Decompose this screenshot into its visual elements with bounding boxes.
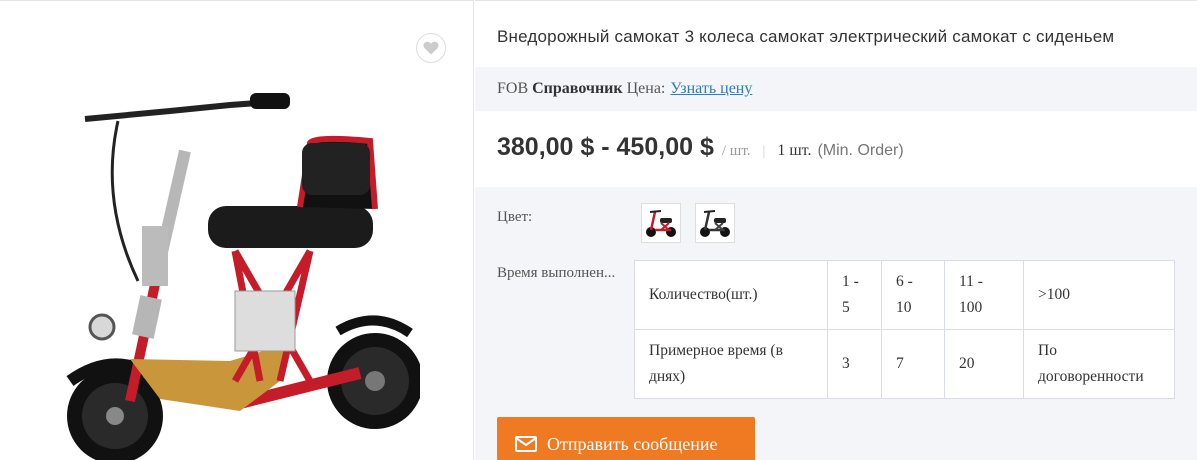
table-cell: >100 bbox=[1023, 260, 1175, 330]
product-title: Внедорожный самокат 3 колеса самокат эле… bbox=[497, 27, 1115, 46]
envelope-icon bbox=[515, 436, 537, 452]
product-image[interactable] bbox=[60, 81, 420, 460]
price-unit: / шт. bbox=[721, 143, 751, 159]
scooter-red-thumb bbox=[646, 210, 676, 237]
scooter-black-thumb bbox=[700, 210, 730, 237]
color-option-black[interactable] bbox=[695, 203, 735, 243]
lead-time-table: Количество(шт.) 1 - 5 6 - 10 11 - 100 >1… bbox=[634, 260, 1175, 399]
send-message-button[interactable]: Отправить сообщение bbox=[497, 417, 755, 460]
product-info: Внедорожный самокат 3 колеса самокат эле… bbox=[475, 0, 1197, 460]
fob-label: Цена: bbox=[626, 80, 666, 97]
fob-prefix: FOB bbox=[497, 80, 529, 97]
favorite-button[interactable] bbox=[416, 33, 446, 63]
heart-icon bbox=[423, 41, 439, 55]
send-message-label: Отправить сообщение bbox=[547, 433, 718, 454]
table-cell: Примерное время (в днях) bbox=[634, 329, 828, 399]
table-cell: 1 - 5 bbox=[827, 260, 882, 330]
table-cell: 6 - 10 bbox=[881, 260, 945, 330]
color-label: Цвет: bbox=[497, 209, 533, 225]
table-row: Количество(шт.) 1 - 5 6 - 10 11 - 100 >1… bbox=[634, 260, 1175, 330]
table-cell: 3 bbox=[827, 329, 882, 399]
table-cell: Количество(шт.) bbox=[634, 260, 828, 330]
lead-time-label: Время выполнен... bbox=[497, 265, 616, 281]
table-cell: 11 - 100 bbox=[944, 260, 1024, 330]
get-price-link[interactable]: Узнать цену bbox=[670, 80, 752, 98]
fob-price-row: FOB Справочник Цена: Узнать цену bbox=[475, 67, 1197, 111]
color-option-red[interactable] bbox=[641, 203, 681, 243]
price-row: 380,00 $ - 450,00 $ / шт. | 1 шт. (Min. … bbox=[497, 133, 904, 162]
product-gallery bbox=[0, 0, 474, 460]
divider: | bbox=[762, 144, 766, 159]
min-order-note: (Min. Order) bbox=[817, 142, 904, 159]
fob-bold: Справочник bbox=[532, 80, 623, 97]
color-options bbox=[641, 203, 735, 243]
table-cell: 20 bbox=[944, 329, 1024, 399]
attributes-panel: Цвет: Время выполнен... Количество(шт.) … bbox=[475, 187, 1197, 460]
price-range: 380,00 $ - 450,00 $ bbox=[497, 133, 714, 161]
min-order-qty: 1 шт. bbox=[777, 142, 812, 159]
table-cell: По договоренности bbox=[1023, 329, 1175, 399]
table-row: Примерное время (в днях) 3 7 20 По догов… bbox=[634, 329, 1175, 399]
table-cell: 7 bbox=[881, 329, 945, 399]
